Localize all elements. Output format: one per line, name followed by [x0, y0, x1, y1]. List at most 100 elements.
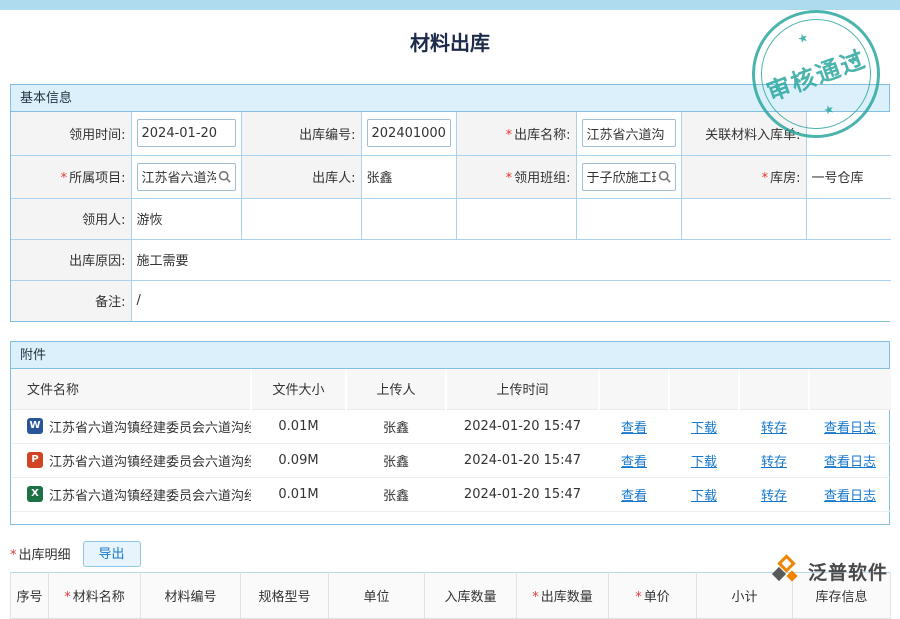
- detail-section-title: *出库明细: [10, 544, 71, 563]
- field-label: 出库人:: [312, 171, 355, 186]
- transfer-link[interactable]: 转存: [761, 455, 787, 470]
- view-link[interactable]: 查看: [621, 455, 647, 470]
- warehouse-cell: 一号仓库: [806, 155, 891, 198]
- reason-cell: 施工需要: [131, 239, 891, 280]
- issue-time-cell: 2024-01-20: [131, 112, 241, 155]
- transfer-link[interactable]: 转存: [761, 421, 787, 436]
- word-file-icon: W: [27, 418, 43, 434]
- top-bar: [0, 0, 900, 10]
- table-row: P 江苏省六道沟镇经建委员会六道沟经 0.09M 张鑫 2024-01-20 15…: [11, 443, 891, 477]
- attachments-table: 文件名称 文件大小 上传人 上传时间 W 江苏省六道沟镇经建委员会六道沟经 0.0…: [11, 369, 891, 512]
- attachments-header: 附件: [11, 342, 889, 369]
- outbound-no-label-cell: 出库编号:: [241, 112, 361, 155]
- col-spec-model: 规格型号: [241, 572, 329, 618]
- remark-cell: /: [131, 280, 891, 321]
- warehouse-label-cell: *库房:: [681, 155, 806, 198]
- required-mark: *: [10, 548, 17, 563]
- search-icon[interactable]: [218, 170, 231, 183]
- attachments-header-row: 文件名称 文件大小 上传人 上传时间: [11, 369, 891, 409]
- file-size: 0.09M: [251, 443, 346, 477]
- file-uploader: 张鑫: [346, 477, 446, 511]
- required-mark: *: [64, 590, 71, 605]
- view-log-link[interactable]: 查看日志: [824, 489, 876, 504]
- team-label-cell: *领用班组:: [456, 155, 576, 198]
- file-upload-time: 2024-01-20 15:47: [446, 409, 599, 443]
- col-action: [599, 369, 669, 409]
- view-log-link[interactable]: 查看日志: [824, 455, 876, 470]
- table-row: X江苏省六道沟镇经建委员会六道沟经 0.01M 张鑫 2024-01-20 15…: [11, 477, 891, 511]
- file-name: 江苏省六道沟镇经建委员会六道沟经: [49, 451, 251, 470]
- col-unit-price: *单价: [609, 572, 697, 618]
- page-title: 材料出库: [0, 30, 900, 56]
- col-outbound-qty: *出库数量: [517, 572, 609, 618]
- field-label: 领用时间:: [69, 128, 125, 143]
- col-inbound-qty: 入库数量: [425, 572, 517, 618]
- empty-cell: [806, 198, 891, 239]
- export-button[interactable]: 导出: [83, 541, 141, 567]
- project-input[interactable]: 江苏省六道沟: [137, 163, 236, 191]
- col-upload-time: 上传时间: [446, 369, 599, 409]
- field-label: 所属项目:: [69, 171, 125, 186]
- required-mark: *: [762, 171, 769, 186]
- empty-cell: [361, 198, 456, 239]
- field-label: 关联材料入库单:: [705, 128, 800, 143]
- outbound-name-input[interactable]: 江苏省六道沟: [582, 119, 676, 147]
- basic-info-section: 基本信息 领用时间: 2024-01-20 出库编号: 2024010007 *…: [10, 84, 890, 322]
- outbound-no-input[interactable]: 2024010007: [367, 119, 451, 147]
- ppt-file-icon: P: [27, 452, 43, 468]
- outbound-name-cell: 江苏省六道沟: [576, 112, 681, 155]
- fanpu-logo-icon: [771, 556, 801, 586]
- required-mark: *: [635, 590, 642, 605]
- col-action: [809, 369, 891, 409]
- col-uploader: 上传人: [346, 369, 446, 409]
- file-upload-time: 2024-01-20 15:47: [446, 443, 599, 477]
- field-label: 领用人:: [82, 213, 125, 228]
- download-link[interactable]: 下载: [691, 455, 717, 470]
- outbound-name-value: 江苏省六道沟: [587, 124, 671, 143]
- view-link[interactable]: 查看: [621, 421, 647, 436]
- detail-section-header: *出库明细 导出: [10, 539, 890, 569]
- field-label: 出库名称:: [514, 128, 570, 143]
- field-label: 领用班组:: [514, 171, 570, 186]
- col-file-name: 文件名称: [11, 369, 251, 409]
- field-label: 备注:: [95, 295, 125, 310]
- search-icon[interactable]: [658, 170, 671, 183]
- fanpu-logo-text: 泛普软件: [808, 558, 888, 585]
- detail-title-text: 出库明细: [19, 548, 71, 563]
- basic-info-header: 基本信息: [11, 85, 889, 112]
- fanpu-logo: 泛普软件: [771, 556, 888, 586]
- view-log-link[interactable]: 查看日志: [824, 421, 876, 436]
- required-mark: *: [506, 171, 513, 186]
- remark-label-cell: 备注:: [11, 280, 131, 321]
- table-row: W 江苏省六道沟镇经建委员会六道沟经 0.01M 张鑫 2024-01-20 15…: [11, 409, 891, 443]
- field-label: 出库编号:: [299, 128, 355, 143]
- view-link[interactable]: 查看: [621, 489, 647, 504]
- related-inbound-label-cell: 关联材料入库单:: [681, 112, 806, 155]
- team-input[interactable]: 于子欣施工班: [582, 163, 676, 191]
- file-size: 0.01M: [251, 409, 346, 443]
- project-cell: 江苏省六道沟: [131, 155, 241, 198]
- file-size: 0.01M: [251, 477, 346, 511]
- empty-cell: [456, 198, 576, 239]
- issue-time-value: 2024-01-20: [142, 126, 231, 141]
- empty-cell: [241, 198, 361, 239]
- requisition-person-cell: 游恢: [131, 198, 241, 239]
- file-uploader: 张鑫: [346, 409, 446, 443]
- download-link[interactable]: 下载: [691, 421, 717, 436]
- field-label: 出库原因:: [69, 254, 125, 269]
- col-file-size: 文件大小: [251, 369, 346, 409]
- outbound-no-cell: 2024010007: [361, 112, 456, 155]
- file-name: 江苏省六道沟镇经建委员会六道沟经: [49, 417, 251, 436]
- attachments-section: 附件 文件名称 文件大小 上传人 上传时间: [10, 341, 890, 525]
- requisition-person-label-cell: 领用人:: [11, 198, 131, 239]
- file-uploader: 张鑫: [346, 443, 446, 477]
- outbound-person-cell: 张鑫: [361, 155, 456, 198]
- reason-label-cell: 出库原因:: [11, 239, 131, 280]
- issue-time-input[interactable]: 2024-01-20: [137, 119, 236, 147]
- outbound-no-value: 2024010007: [372, 126, 446, 141]
- detail-table: 序号 *材料名称 材料编号 规格型号 单位 入库数量 *出库数量 *单价 小计 …: [10, 572, 891, 619]
- col-action: [739, 369, 809, 409]
- transfer-link[interactable]: 转存: [761, 489, 787, 504]
- col-unit: 单位: [329, 572, 425, 618]
- download-link[interactable]: 下载: [691, 489, 717, 504]
